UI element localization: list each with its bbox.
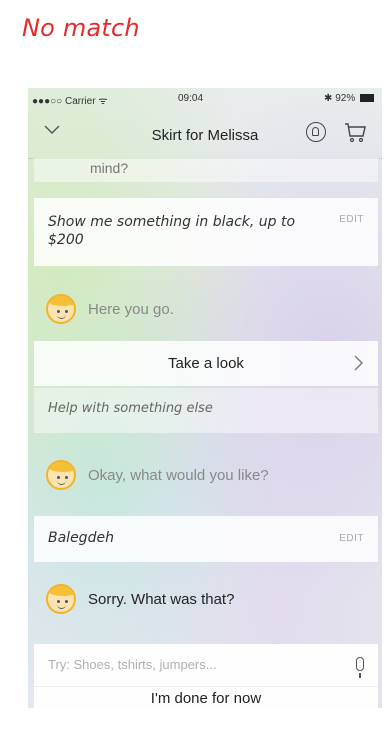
help-something-else-button[interactable]: Help with something else <box>34 388 378 433</box>
assistant-avatar <box>46 294 76 324</box>
battery-label: ✱ 92% <box>324 93 356 104</box>
search-placeholder: Try: Shoes, tshirts, jumpers... <box>48 657 217 672</box>
assistant-avatar <box>46 584 76 614</box>
bot-message-3-text: Sorry. What was that? <box>88 590 235 608</box>
wifi-icon: ᯤ <box>98 96 108 107</box>
bot-message-1-text: Here you go. <box>88 300 174 318</box>
page-title: Skirt for Melissa <box>151 127 259 144</box>
edit-button[interactable]: EDIT <box>339 214 364 225</box>
bot-message-3: Sorry. What was that? <box>34 584 378 614</box>
bot-message-2: Okay, what would you like? <box>34 460 378 490</box>
caption-no-match: No match <box>22 14 140 42</box>
battery-status: ✱ 92% <box>324 93 374 104</box>
status-bar: ●●●○○ Carrier ᯤ 09:04 ✱ 92% <box>28 88 382 110</box>
assistant-avatar <box>46 460 76 490</box>
edit-button[interactable]: EDIT <box>339 533 364 544</box>
microphone-icon[interactable] <box>356 657 364 678</box>
search-input[interactable]: Try: Shoes, tshirts, jumpers... <box>34 644 378 686</box>
user-message-1: Show me something in black, up to $200 E… <box>34 198 378 266</box>
phone-screen: ●●●○○ Carrier ᯤ 09:04 ✱ 92% Skirt for Me… <box>28 88 382 708</box>
user-message-2-text: Balegdeh <box>48 530 114 546</box>
take-a-look-button[interactable]: Take a look <box>34 341 378 386</box>
user-message-1-text: Show me something in black, up to $200 <box>48 214 296 248</box>
status-time: 09:04 <box>178 93 204 104</box>
user-message-2: Balegdeh EDIT <box>34 516 378 562</box>
battery-icon <box>360 94 374 103</box>
bell-icon[interactable] <box>306 122 326 142</box>
bot-message-1: Here you go. <box>34 294 378 324</box>
done-button[interactable]: I'm done for now <box>34 686 378 708</box>
previous-message-text: mind? <box>90 160 129 176</box>
previous-message: mind? <box>34 158 378 182</box>
carrier-signal: ●●●○○ Carrier ᯤ <box>32 93 107 107</box>
chevron-right-icon <box>354 355 364 376</box>
bot-message-2-text: Okay, what would you like? <box>88 466 269 484</box>
cart-icon[interactable] <box>343 120 367 149</box>
carrier-label: ●●●○○ Carrier <box>32 96 99 107</box>
help-something-else-label: Help with something else <box>48 401 213 416</box>
take-a-look-label: Take a look <box>168 355 244 372</box>
nav-bar: Skirt for Melissa <box>28 110 382 159</box>
done-button-label: I'm done for now <box>150 690 262 707</box>
